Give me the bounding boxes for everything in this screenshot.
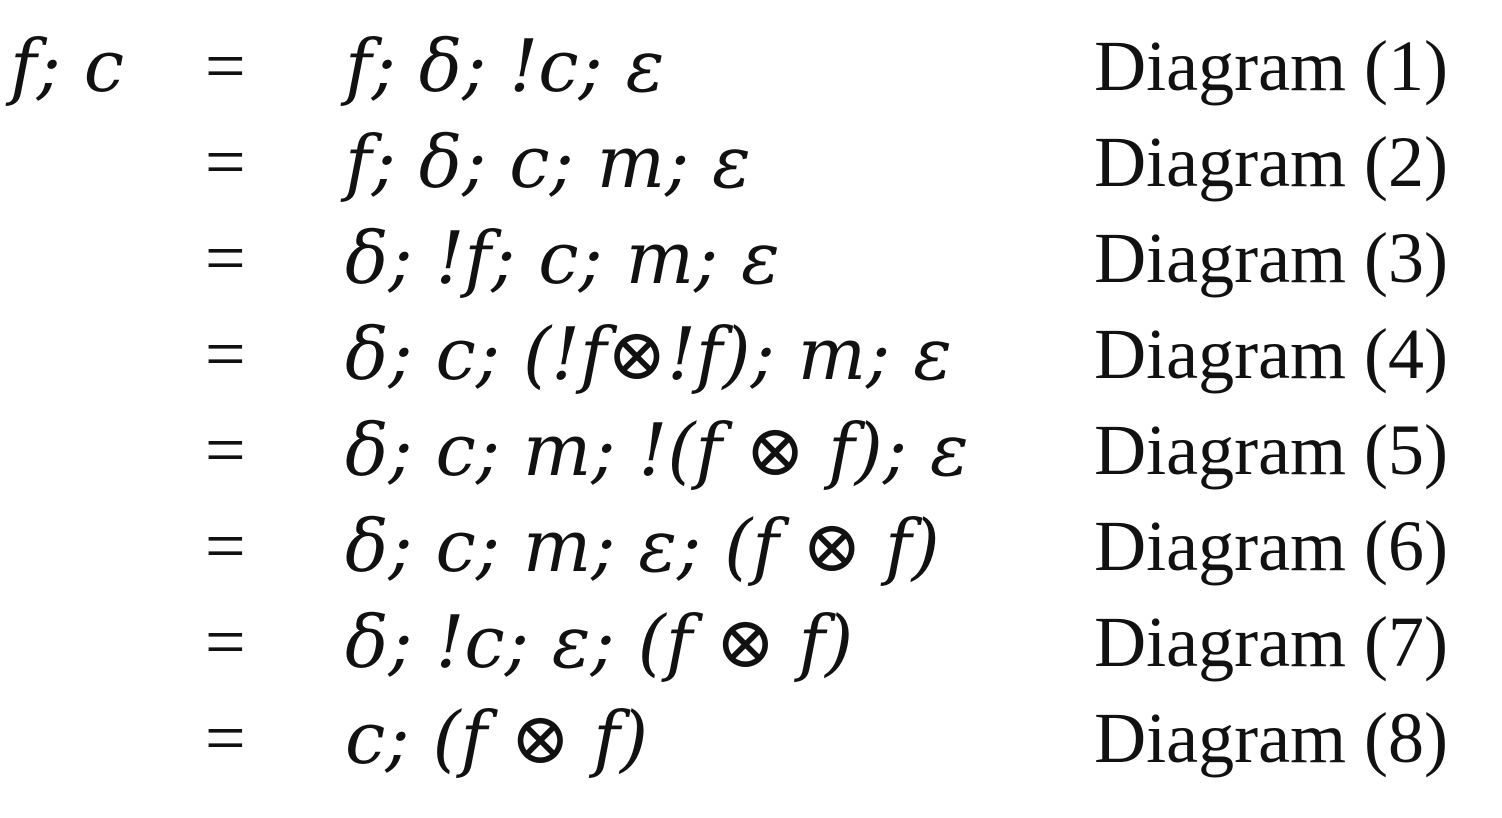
expression: c; (f ⊗ f)	[345, 696, 649, 780]
equation-derivation: f; c = f; δ; !c; ε Diagram (1) = f; δ; c…	[0, 0, 1502, 818]
equals-sign: =	[205, 602, 246, 682]
derivation-row: f; c = f; δ; !c; ε Diagram (1)	[0, 18, 1502, 114]
diagram-reference: Diagram (4)	[1094, 314, 1448, 394]
derivation-row: = δ; !f; c; m; ε Diagram (3)	[0, 210, 1502, 306]
expression: δ; !f; c; m; ε	[345, 216, 780, 300]
diagram-reference: Diagram (3)	[1094, 218, 1448, 298]
derivation-row: = δ; c; m; !(f ⊗ f); ε Diagram (5)	[0, 402, 1502, 498]
expression: f; δ; !c; ε	[345, 24, 665, 108]
derivation-row: = c; (f ⊗ f) Diagram (8)	[0, 690, 1502, 786]
expression: f; δ; c; m; ε	[345, 120, 751, 204]
equals-sign: =	[205, 218, 246, 298]
equals-sign: =	[205, 506, 246, 586]
derivation-row: = δ; !c; ε; (f ⊗ f) Diagram (7)	[0, 594, 1502, 690]
expression: δ; c; m; ε; (f ⊗ f)	[345, 504, 940, 588]
diagram-reference: Diagram (1)	[1094, 26, 1448, 106]
diagram-reference: Diagram (5)	[1094, 410, 1448, 490]
diagram-reference: Diagram (8)	[1094, 698, 1448, 778]
diagram-reference: Diagram (7)	[1094, 602, 1448, 682]
derivation-row: = δ; c; m; ε; (f ⊗ f) Diagram (6)	[0, 498, 1502, 594]
expression: δ; c; (!f⊗!f); m; ε	[345, 312, 952, 396]
equals-sign: =	[205, 122, 246, 202]
expression: δ; !c; ε; (f ⊗ f)	[345, 600, 854, 684]
diagram-reference: Diagram (6)	[1094, 506, 1448, 586]
diagram-reference: Diagram (2)	[1094, 122, 1448, 202]
derivation-row: = f; δ; c; m; ε Diagram (2)	[0, 114, 1502, 210]
equals-sign: =	[205, 314, 246, 394]
equals-sign: =	[205, 698, 246, 778]
left-hand-side: f; c	[10, 24, 125, 108]
equals-sign: =	[205, 410, 246, 490]
equals-sign: =	[205, 26, 246, 106]
expression: δ; c; m; !(f ⊗ f); ε	[345, 408, 969, 492]
derivation-row: = δ; c; (!f⊗!f); m; ε Diagram (4)	[0, 306, 1502, 402]
